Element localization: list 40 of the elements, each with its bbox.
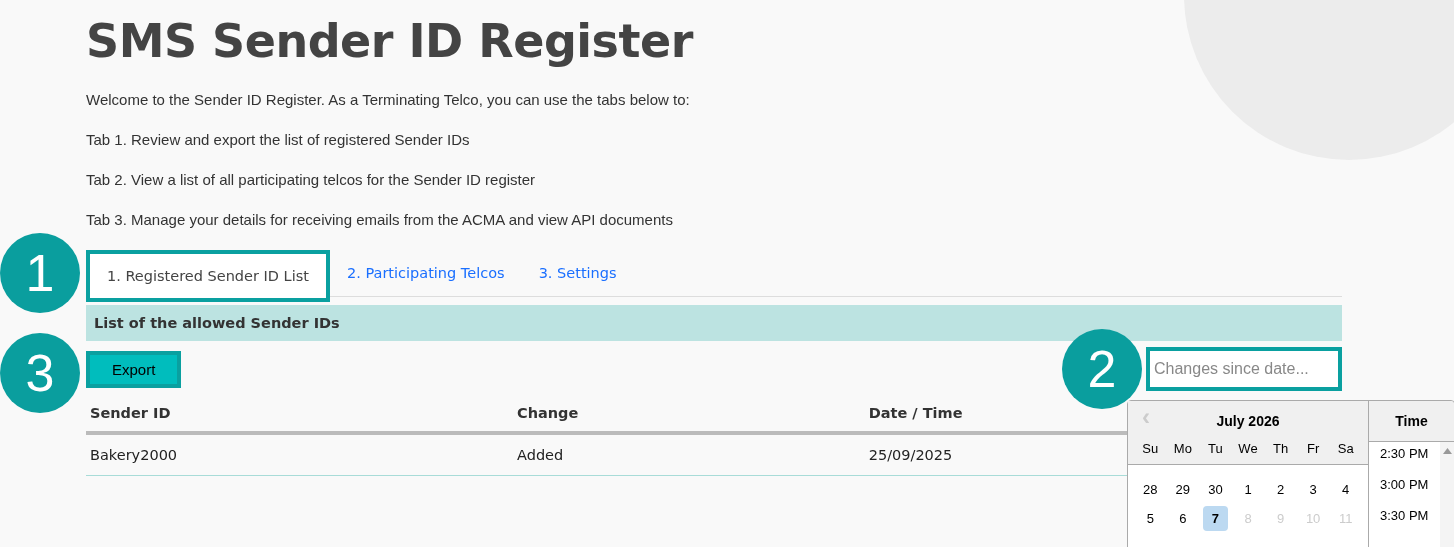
calendar-day[interactable]: 7 [1203, 506, 1228, 531]
time-option[interactable]: 2:30 PM [1369, 442, 1440, 473]
time-header: Time [1369, 401, 1454, 442]
intro-text: Tab 2. View a list of all participating telcos for the Sender ID register [86, 170, 537, 190]
callout-number: 3 [0, 332, 80, 413]
tab[interactable]: 2. Participating Telcos [329, 250, 522, 296]
calendar-day[interactable]: 6 [1170, 506, 1196, 531]
time-option[interactable]: 3:30 PM [1369, 504, 1440, 535]
calendar-day[interactable]: 3 [1300, 477, 1326, 502]
date-input-field[interactable]: Changes since date... [1146, 347, 1342, 391]
callout-number: 1 [0, 233, 80, 313]
weekday-label: Fr [1306, 440, 1321, 458]
page-title: SMS Sender ID Register [86, 14, 695, 68]
callout-number: 2 [1062, 329, 1142, 409]
column-header: Sender ID [86, 395, 514, 433]
calendar-day[interactable]: 5 [1138, 506, 1163, 531]
weekday-label: Mo [1172, 440, 1193, 458]
weekday-label: We [1237, 440, 1259, 458]
intro-text: Tab 1. Review and export the list of registered Sender IDs [86, 130, 471, 150]
calendar-day[interactable]: 1 [1235, 477, 1261, 502]
intro-text: Welcome to the Sender ID Register. As a Terminating Telco, you can use the tabs below to: [86, 90, 691, 110]
tab[interactable]: 1. Registered Sender ID List [86, 250, 330, 302]
calendar-day[interactable]: 28 [1138, 477, 1163, 502]
weekday-label: Th [1271, 440, 1290, 458]
calendar-day[interactable]: 4 [1333, 477, 1358, 502]
scroll-up-icon[interactable] [1442, 448, 1452, 454]
time-option[interactable]: 3:00 PM [1369, 473, 1440, 504]
table-cell: Added [513, 433, 865, 476]
column-header: Change [513, 395, 865, 433]
month-label: July 2026 [1216, 413, 1280, 429]
intro-text: Tab 3. Manage your details for receiving emails from the ACMA and view API documents [86, 210, 674, 230]
weekday-label: Su [1141, 440, 1160, 458]
calendar-day[interactable]: 2 [1268, 477, 1293, 502]
section-header: List of the allowed Sender IDs [86, 305, 1342, 341]
calendar-day[interactable]: 30 [1203, 477, 1228, 502]
weekday-label: Tu [1207, 440, 1224, 458]
table-cell: Bakery2000 [86, 433, 514, 476]
calendar-day[interactable]: 29 [1170, 477, 1196, 502]
export-button[interactable]: Export [86, 350, 182, 388]
tab[interactable]: 3. Settings [521, 250, 634, 296]
